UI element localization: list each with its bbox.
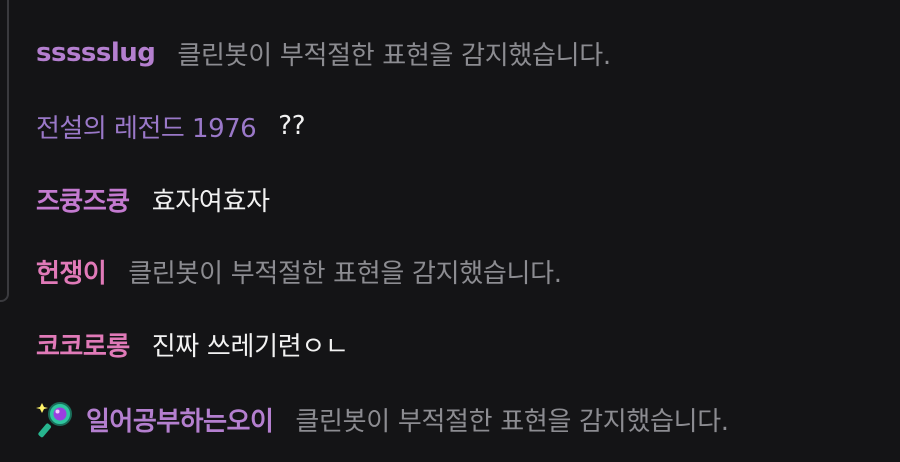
message-text: 클린봇이 부적절한 표현을 감지했습니다. xyxy=(295,406,729,437)
chat-message: 코코로롱 진짜 쓰레기련ㅇㄴ xyxy=(36,317,349,371)
message-text: 진짜 쓰레기련ㅇㄴ xyxy=(151,331,349,362)
nickname[interactable]: 코코로롱 xyxy=(36,326,130,363)
chat-message: ssssslug 클린봇이 부적절한 표현을 감지했습니다. xyxy=(36,26,611,80)
nickname[interactable]: ssssslug xyxy=(36,38,156,68)
chat-message: 헌쟁이 클린봇이 부적절한 표현을 감지했습니다. xyxy=(36,244,562,298)
chat-message: 일어공부하는오이 클린봇이 부적절한 표현을 감지했습니다. xyxy=(36,392,729,446)
nickname[interactable]: 즈큥즈큥 xyxy=(36,181,130,218)
chat-message: 즈큥즈큥 효자여효자 xyxy=(36,172,270,226)
nickname[interactable]: 헌쟁이 xyxy=(36,253,107,290)
message-text: ?? xyxy=(278,111,306,141)
scrollbar[interactable] xyxy=(0,0,9,302)
message-text: 클린봇이 부적절한 표현을 감지했습니다. xyxy=(177,40,611,71)
chat-message: 전설의 레전드 1976 ?? xyxy=(36,99,306,153)
message-text: 효자여효자 xyxy=(151,186,270,217)
nickname[interactable]: 전설의 레전드 1976 xyxy=(36,108,257,145)
chat-list: ssssslug 클린봇이 부적절한 표현을 감지했습니다. 전설의 레전드 1… xyxy=(0,0,900,462)
magnifier-badge-icon xyxy=(36,402,72,438)
nickname[interactable]: 일어공부하는오이 xyxy=(86,401,274,438)
message-text: 클린봇이 부적절한 표현을 감지했습니다. xyxy=(128,258,562,289)
